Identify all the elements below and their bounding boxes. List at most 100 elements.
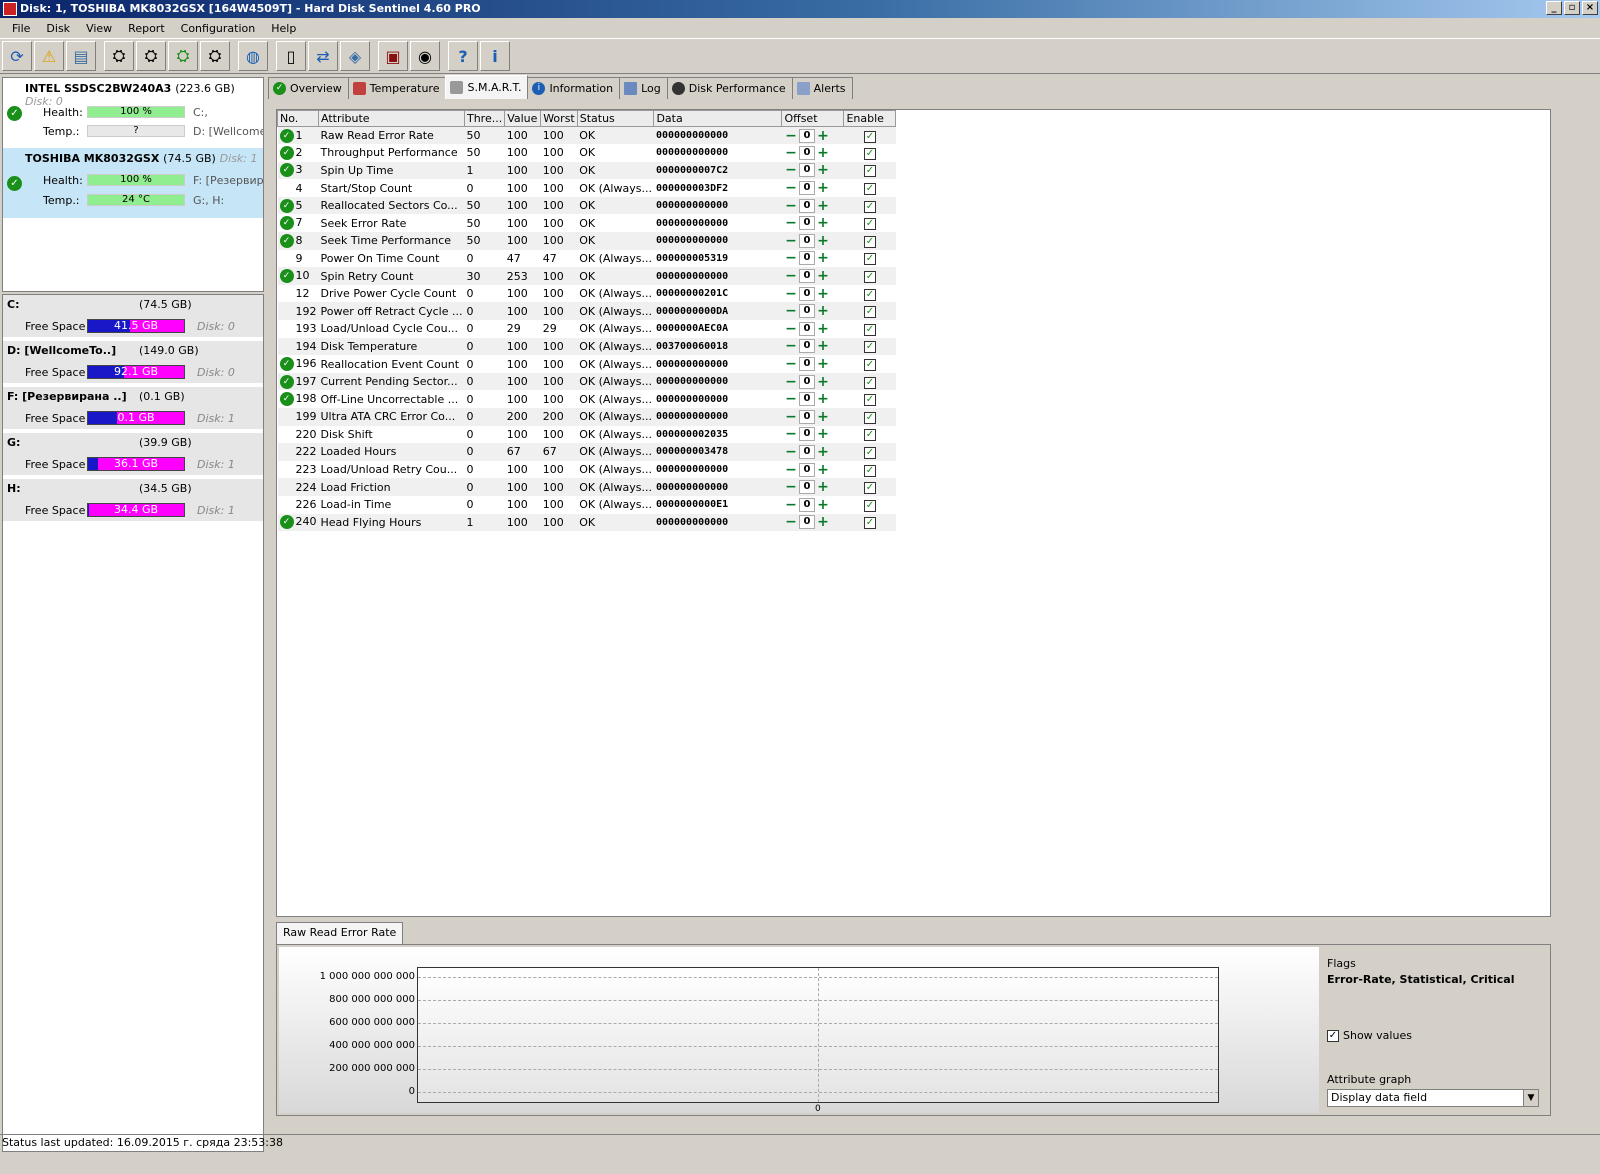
minus-icon[interactable]: − <box>784 251 798 265</box>
enable-checkbox[interactable]: ✓ <box>863 429 876 442</box>
sync-icon[interactable]: ⇄ <box>308 41 338 71</box>
plus-icon[interactable]: + <box>816 251 830 265</box>
tab-alerts[interactable]: Alerts <box>791 77 853 99</box>
minus-icon[interactable]: − <box>784 515 798 529</box>
enable-checkbox[interactable]: ✓ <box>863 464 876 477</box>
col-no[interactable]: No. <box>277 110 319 127</box>
plus-icon[interactable]: + <box>816 463 830 477</box>
offset-value[interactable]: 0 <box>798 269 815 284</box>
offset-value[interactable]: 0 <box>798 233 815 248</box>
table-row[interactable]: ✓ 7 Seek Error Rate 50 100 100 OK 000000000000 −… <box>278 214 896 232</box>
enable-checkbox[interactable]: ✓ <box>863 271 876 284</box>
offset-value[interactable]: 0 <box>798 409 815 424</box>
offset-value[interactable]: 0 <box>798 374 815 389</box>
table-row[interactable]: 4 Start/Stop Count 0 100 100 OK (Always... 000… <box>278 179 896 197</box>
minus-icon[interactable]: − <box>784 480 798 494</box>
sound-icon[interactable]: ◉ <box>410 41 440 71</box>
table-row[interactable]: 222 Loaded Hours 0 67 67 OK (Always... 0000000… <box>277 443 896 461</box>
plus-icon[interactable]: + <box>816 445 830 459</box>
tab-overview[interactable]: ✓ Overview <box>268 77 349 99</box>
close-button[interactable]: × <box>1582 1 1598 15</box>
plus-icon[interactable]: + <box>816 146 830 160</box>
minus-icon[interactable]: − <box>784 427 798 441</box>
minus-icon[interactable]: − <box>784 498 798 512</box>
minus-icon[interactable]: − <box>784 463 798 477</box>
minus-icon[interactable]: − <box>784 163 798 177</box>
offset-value[interactable]: 0 <box>798 128 815 143</box>
minus-icon[interactable]: − <box>784 339 798 353</box>
offset-value[interactable]: 0 <box>798 321 815 336</box>
minus-icon[interactable]: − <box>784 375 798 389</box>
graph-tab[interactable]: Raw Read Error Rate <box>276 922 404 944</box>
plus-icon[interactable]: + <box>816 498 830 512</box>
menu-view[interactable]: View <box>78 22 120 35</box>
plus-icon[interactable]: + <box>816 427 830 441</box>
plus-icon[interactable]: + <box>816 304 830 318</box>
offset-value[interactable]: 0 <box>798 286 815 301</box>
table-row[interactable]: 220 Disk Shift 0 100 100 OK (Always... 0000000… <box>278 426 896 444</box>
minus-icon[interactable]: − <box>784 445 798 459</box>
plus-icon[interactable]: + <box>816 410 830 424</box>
enable-checkbox[interactable]: ✓ <box>863 446 876 459</box>
table-row[interactable]: ✓ 198 Off-Line Uncorrectable ... 0 100 100 OK … <box>278 390 896 408</box>
menu-configuration[interactable]: Configuration <box>173 22 264 35</box>
partition-h[interactable]: H: (34.5 GB) Free Space 34.4 GB Disk: 1 <box>3 479 263 523</box>
plus-icon[interactable]: + <box>816 515 830 529</box>
table-row[interactable]: 224 Load Friction 0 100 100 OK (Always... 0000… <box>277 478 896 496</box>
col-worst[interactable]: Worst <box>540 110 578 127</box>
minus-icon[interactable]: − <box>784 357 798 371</box>
table-row[interactable]: ✓ 5 Reallocated Sectors Co... 50 100 100 OK 000… <box>277 196 896 215</box>
globe-icon[interactable]: ◍ <box>238 41 268 71</box>
table-row[interactable]: ✓ 2 Throughput Performance 50 100 100 OK 000000… <box>278 144 896 162</box>
partition-f[interactable]: F: [Резервирана ..] (0.1 GB) Free Space … <box>3 387 263 431</box>
enable-checkbox[interactable]: ✓ <box>863 183 876 196</box>
offset-value[interactable]: 0 <box>798 427 815 442</box>
offset-value[interactable]: 0 <box>798 163 815 178</box>
disk-surface-icon[interactable]: ⛭ <box>136 41 166 71</box>
enable-checkbox[interactable]: ✓ <box>863 482 876 495</box>
table-row[interactable]: 9 Power On Time Count 0 47 47 OK (Always... 00… <box>278 250 896 268</box>
partition-d[interactable]: D: [WellcomeTo..] (149.0 GB) Free Space … <box>3 341 263 385</box>
partition-g[interactable]: G: (39.9 GB) Free Space 36.1 GB Disk: 1 <box>3 433 263 477</box>
minus-icon[interactable]: − <box>784 216 798 230</box>
enable-checkbox[interactable]: ✓ <box>863 341 876 354</box>
tab-disk-performance[interactable]: Disk Performance <box>666 77 793 99</box>
minus-icon[interactable]: − <box>784 322 798 336</box>
enable-checkbox[interactable]: ✓ <box>863 517 876 530</box>
table-row[interactable]: ✓ 197 Current Pending Sector... 0 100 100 OK (… <box>277 372 896 391</box>
col-status[interactable]: Status <box>576 110 655 127</box>
info-icon[interactable]: i <box>480 41 510 71</box>
minus-icon[interactable]: − <box>784 410 798 424</box>
col-attribute[interactable]: Attribute <box>318 110 465 127</box>
table-row[interactable]: ✓ 240 Head Flying Hours 1 100 100 OK 0000000000… <box>277 513 896 532</box>
plus-icon[interactable]: + <box>816 234 830 248</box>
offset-value[interactable]: 0 <box>798 392 815 407</box>
plus-icon[interactable]: + <box>816 322 830 336</box>
menu-disk[interactable]: Disk <box>38 22 78 35</box>
enable-checkbox[interactable]: ✓ <box>863 147 876 160</box>
enable-checkbox[interactable]: ✓ <box>863 359 876 372</box>
monitor-icon[interactable]: ▣ <box>378 41 408 71</box>
enable-checkbox[interactable]: ✓ <box>863 376 876 389</box>
disk-entry-0[interactable]: INTEL SSDSC2BW240A3 (223.6 GB) Disk: 0 ✓… <box>3 78 263 148</box>
enable-checkbox[interactable]: ✓ <box>863 253 876 266</box>
tab-information[interactable]: i Information <box>527 77 621 99</box>
enable-checkbox[interactable]: ✓ <box>863 288 876 301</box>
offset-value[interactable]: 0 <box>798 198 815 213</box>
offset-value[interactable]: 0 <box>798 145 815 160</box>
minus-icon[interactable]: − <box>784 392 798 406</box>
enable-checkbox[interactable]: ✓ <box>863 130 876 143</box>
table-row[interactable]: 199 Ultra ATA CRC Error Co... 0 200 200 OK (A… <box>277 408 896 426</box>
table-row[interactable]: ✓ 1 Raw Read Error Rate 50 100 100 OK 000000000… <box>277 126 896 145</box>
menu-help[interactable]: Help <box>263 22 304 35</box>
col-value[interactable]: Value <box>504 110 542 127</box>
minus-icon[interactable]: − <box>784 146 798 160</box>
enable-checkbox[interactable]: ✓ <box>863 200 876 213</box>
table-row[interactable]: ✓ 3 Spin Up Time 1 100 100 OK 0000000007C2−0 + ✓ <box>277 161 896 180</box>
disk-entry-1[interactable]: TOSHIBA MK8032GSX (74.5 GB) Disk: 1 ✓ He… <box>3 148 263 218</box>
col-threshold[interactable]: Thre... <box>463 110 506 127</box>
plus-icon[interactable]: + <box>816 357 830 371</box>
col-enable[interactable]: Enable <box>843 110 897 127</box>
plus-icon[interactable]: + <box>816 480 830 494</box>
disk-test-icon[interactable]: ⛭ <box>104 41 134 71</box>
